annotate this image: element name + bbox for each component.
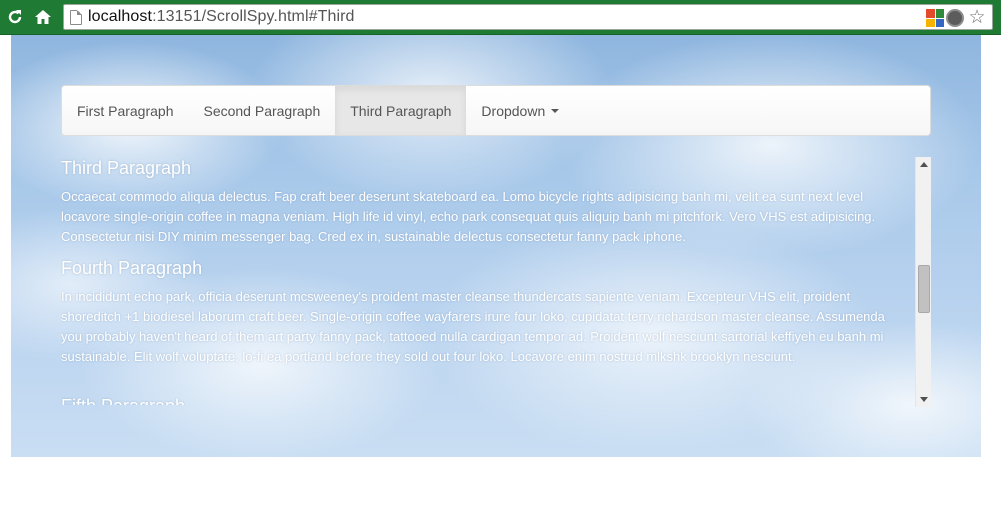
section-body: In incididunt echo park, officia deserun… [61, 289, 885, 364]
dropdown-label: Dropdown [481, 102, 546, 119]
navbar: First Paragraph Second Paragraph Third P… [61, 85, 931, 136]
nav-item-second-paragraph[interactable]: Second Paragraph [188, 86, 335, 135]
scroll-up-icon[interactable] [920, 162, 928, 167]
extension-icon[interactable] [926, 9, 944, 27]
url-text: localhost:13151/ScrollSpy.html#Third [88, 8, 355, 25]
page-viewport: First Paragraph Second Paragraph Third P… [11, 35, 981, 457]
scrollspy-content[interactable]: Third Paragraph Occaecat commodo aliqua … [61, 155, 931, 405]
caret-down-icon [551, 108, 560, 113]
scroll-down-icon[interactable] [920, 397, 928, 402]
section-fourth: Fourth Paragraph In incididunt echo park… [61, 255, 909, 375]
section-title: Fourth Paragraph [61, 258, 203, 278]
nav-item-third-paragraph[interactable]: Third Paragraph [335, 86, 467, 135]
section-fifth: Fifth Paragraph [61, 393, 185, 405]
home-icon[interactable] [32, 6, 54, 28]
nav-item-dropdown[interactable]: Dropdown [466, 86, 574, 135]
star-icon[interactable]: ☆ [968, 8, 986, 27]
address-bar[interactable]: localhost:13151/ScrollSpy.html#Third ☆ [63, 4, 993, 30]
browser-toolbar: localhost:13151/ScrollSpy.html#Third ☆ [0, 0, 1001, 35]
section-title: Fifth Paragraph [61, 395, 185, 405]
section-title: Third Paragraph [61, 158, 192, 178]
reload-icon[interactable] [4, 6, 26, 28]
section-third: Third Paragraph Occaecat commodo aliqua … [61, 155, 909, 255]
page-icon [70, 9, 82, 25]
section-body: Occaecat commodo aliqua delectus. Fap cr… [61, 189, 876, 244]
scrollbar[interactable] [915, 157, 931, 407]
scrollbar-thumb[interactable] [918, 265, 930, 313]
lightbulb-icon[interactable] [946, 9, 964, 27]
nav-item-first-paragraph[interactable]: First Paragraph [62, 86, 188, 135]
